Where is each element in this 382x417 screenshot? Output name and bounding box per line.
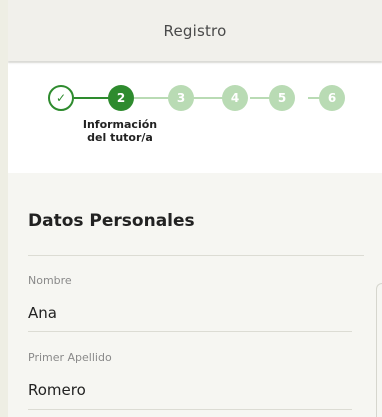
active-step-label: Información del tutor/a [70,118,170,144]
first-name-label: Nombre [28,274,72,287]
section-title: Datos Personales [28,211,195,231]
step-number: 3 [176,91,186,105]
registration-screen: Registro ✓ 2 3 4 5 6 Información del tut… [8,0,382,417]
step-number: 6 [327,91,337,105]
step-3[interactable]: 3 [168,85,194,111]
active-step-label-line1: Información [82,118,158,131]
step-number: 5 [277,91,287,105]
last-name-underline [28,409,352,410]
progress-stepper: ✓ 2 3 4 5 6 Información del tutor/a [8,63,382,173]
first-name-underline [28,331,352,332]
step-number: 2 [116,91,126,105]
step-connector-1 [74,97,112,99]
app-header: Registro [8,0,382,61]
personal-data-section: Datos Personales Nombre Primer Apellido [8,173,382,417]
last-name-input[interactable] [28,379,364,401]
last-name-label: Primer Apellido [28,351,112,364]
step-2[interactable]: 2 [108,85,134,111]
first-name-input[interactable] [28,302,364,324]
step-number: 4 [230,91,240,105]
active-step-label-line2: del tutor/a [87,131,153,144]
step-5[interactable]: 5 [269,85,295,111]
step-6[interactable]: 6 [319,85,345,111]
section-divider [28,255,364,256]
side-panel-edge [376,283,382,417]
check-icon: ✓ [55,91,67,105]
step-1-check-icon[interactable]: ✓ [48,85,74,111]
step-4[interactable]: 4 [222,85,248,111]
page-title: Registro [163,21,227,40]
step-connector-2 [134,97,170,99]
